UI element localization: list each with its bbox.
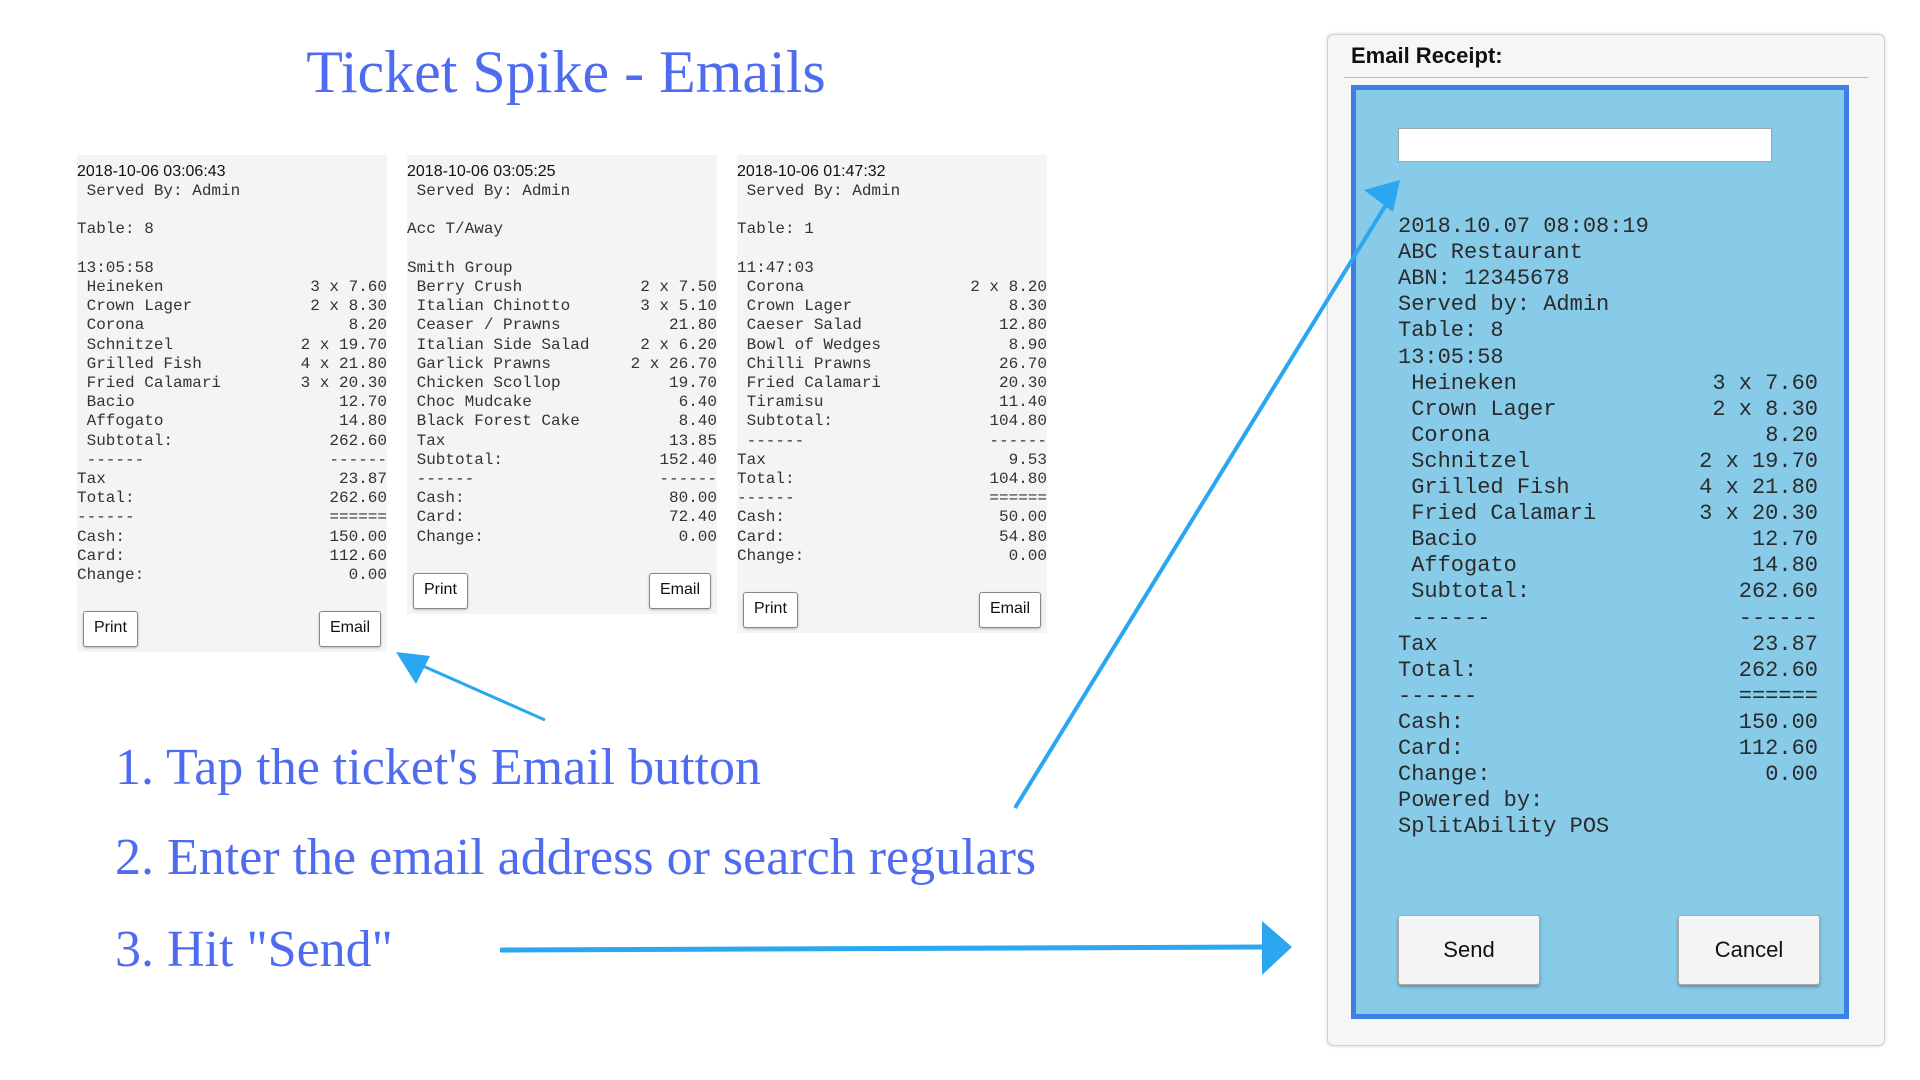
arrow-to-email-button (396, 652, 546, 722)
arrow-to-send-button (499, 921, 1292, 975)
arrow-to-email-input (1013, 180, 1400, 810)
annotation-arrows (396, 180, 1400, 975)
